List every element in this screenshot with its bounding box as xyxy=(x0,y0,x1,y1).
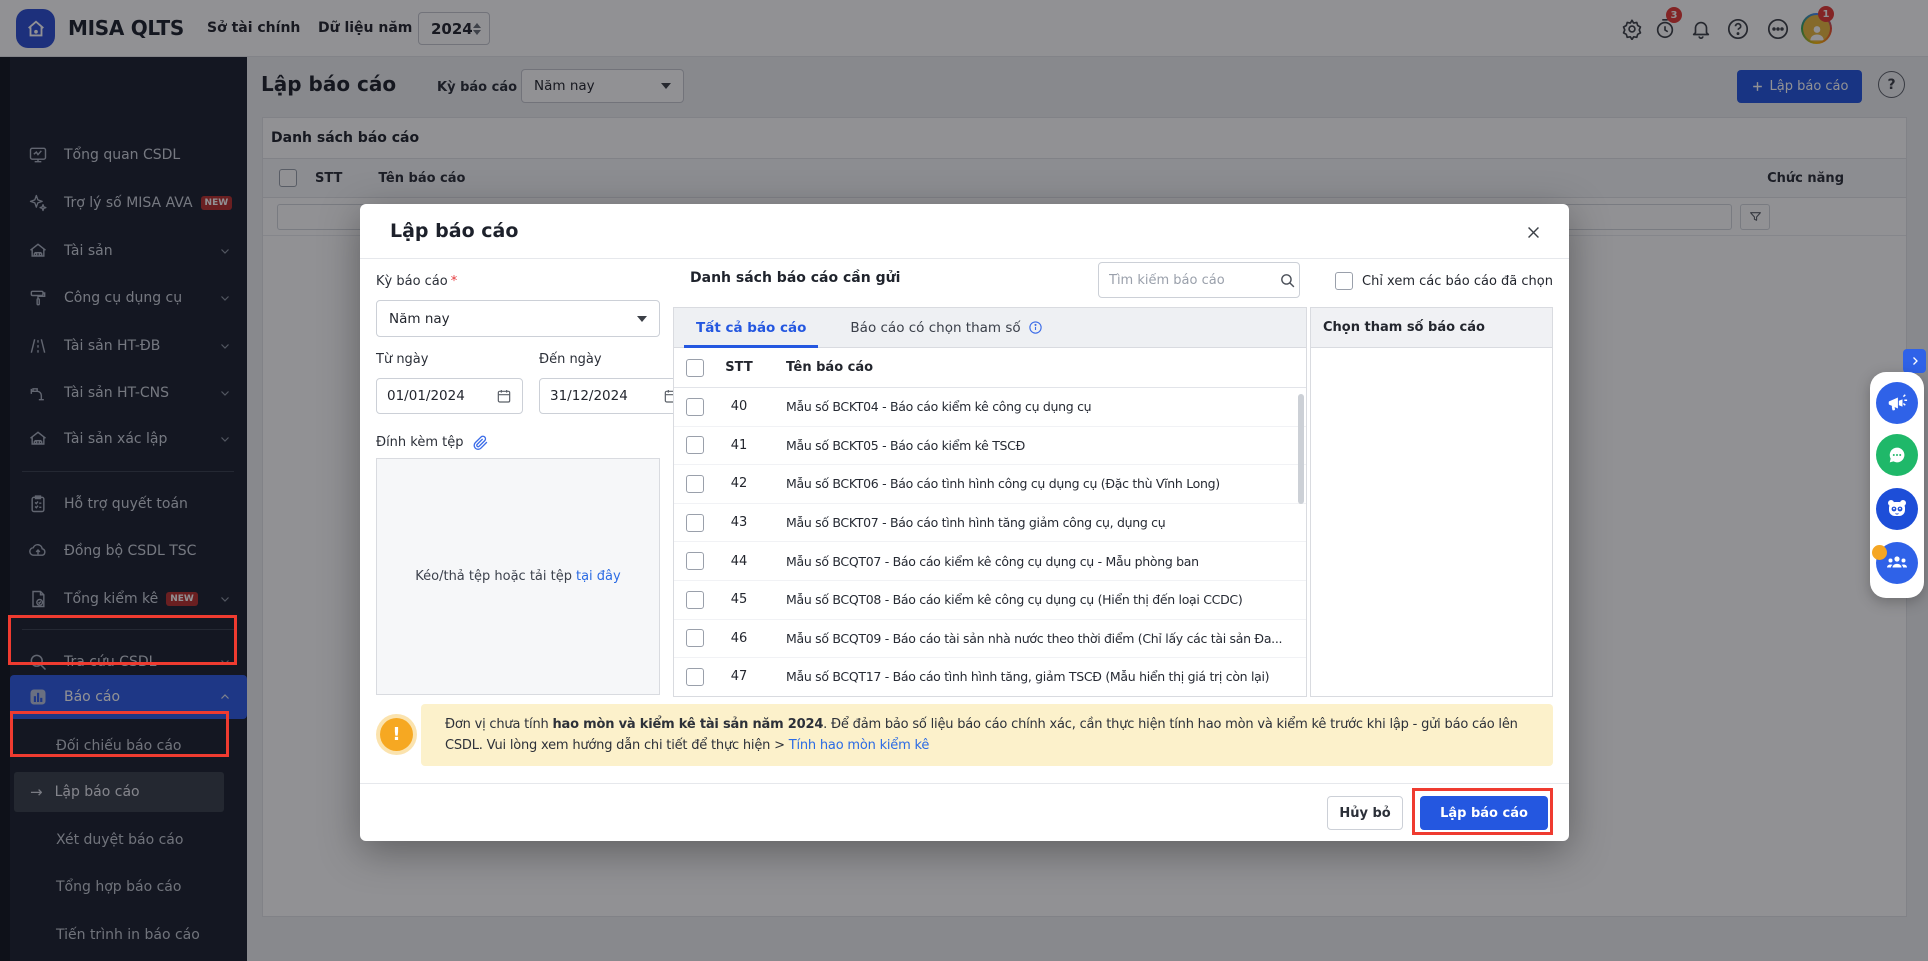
modal-period-select[interactable]: Năm nay xyxy=(376,300,660,337)
select-all-reports-checkbox[interactable] xyxy=(686,359,704,377)
list-scrollbar[interactable] xyxy=(1298,394,1304,504)
notification-dot xyxy=(1872,545,1887,560)
row-checkbox[interactable] xyxy=(686,514,704,532)
only-selected-checkbox[interactable] xyxy=(1335,272,1353,290)
report-search-box[interactable] xyxy=(1098,262,1300,298)
modal-header: Lập báo cáo xyxy=(360,204,1569,259)
ai-assistant-panda-icon[interactable] xyxy=(1876,488,1918,530)
floating-support-panel xyxy=(1870,372,1924,598)
modal-footer: Hủy bỏ Lập báo cáo xyxy=(360,783,1569,841)
report-search-input[interactable] xyxy=(1109,273,1279,288)
row-checkbox[interactable] xyxy=(686,552,704,570)
submit-create-report-button[interactable]: Lập báo cáo xyxy=(1420,796,1548,830)
report-row[interactable]: 46 Mẫu số BCQT09 - Báo cáo tài sản nhà n… xyxy=(674,620,1306,659)
to-date-input[interactable]: 31/12/2024 xyxy=(539,378,690,414)
paperclip-icon[interactable] xyxy=(472,434,489,451)
modal-period-label: Kỳ báo cáo* xyxy=(376,274,457,289)
tab-all-reports[interactable]: Tất cả báo cáo xyxy=(674,308,828,348)
row-checkbox[interactable] xyxy=(686,436,704,454)
params-panel: Chọn tham số báo cáo xyxy=(1310,307,1553,697)
report-row[interactable]: 45 Mẫu số BCQT08 - Báo cáo kiểm kê công … xyxy=(674,581,1306,620)
attach-label: Đính kèm tệp xyxy=(376,434,489,451)
search-icon[interactable] xyxy=(1279,272,1296,289)
report-row[interactable]: 41 Mẫu số BCKT05 - Báo cáo kiểm kê TSCĐ xyxy=(674,427,1306,466)
row-checkbox[interactable] xyxy=(686,398,704,416)
info-icon[interactable] xyxy=(1028,320,1043,335)
modal-to-label: Đến ngày xyxy=(539,352,602,367)
row-checkbox[interactable] xyxy=(686,591,704,609)
required-asterisk: * xyxy=(451,274,458,289)
row-checkbox[interactable] xyxy=(686,475,704,493)
caret-down-icon xyxy=(637,316,647,322)
cancel-button[interactable]: Hủy bỏ xyxy=(1327,796,1403,830)
report-row[interactable]: 44 Mẫu số BCQT07 - Báo cáo kiểm kê công … xyxy=(674,542,1306,581)
report-row[interactable]: 42 Mẫu số BCKT06 - Báo cáo tình hình côn… xyxy=(674,465,1306,504)
upload-here-link[interactable]: tại đây xyxy=(576,569,621,584)
modal-from-label: Từ ngày xyxy=(376,352,428,367)
create-report-modal: Lập báo cáo Kỳ báo cáo* Năm nay Từ ngày … xyxy=(360,204,1569,841)
modal-title: Lập báo cáo xyxy=(390,220,518,242)
depreciation-guide-link[interactable]: Tính hao mòn kiểm kê xyxy=(789,738,929,753)
only-selected-option[interactable]: Chỉ xem các báo cáo đã chọn xyxy=(1335,272,1553,290)
calendar-icon[interactable] xyxy=(496,388,512,404)
params-panel-title: Chọn tham số báo cáo xyxy=(1311,308,1552,348)
row-checkbox[interactable] xyxy=(686,668,704,686)
warning-banner: Đơn vị chưa tính hao mòn và kiểm kê tài … xyxy=(421,704,1553,766)
send-list-title: Danh sách báo cáo cần gửi xyxy=(690,270,900,286)
chat-support-icon[interactable] xyxy=(1876,434,1918,476)
from-date-input[interactable]: 01/01/2024 xyxy=(376,378,523,414)
modal-table-header: STT Tên báo cáo xyxy=(674,348,1306,388)
report-rows: 40 Mẫu số BCKT04 - Báo cáo kiểm kê công … xyxy=(674,388,1306,697)
file-dropzone[interactable]: Kéo/thả tệp hoặc tải tệptại đây xyxy=(376,458,660,695)
report-row[interactable]: 47 Mẫu số BCQT17 - Báo cáo tình hình tăn… xyxy=(674,658,1306,697)
float-panel-expand-icon[interactable] xyxy=(1903,349,1926,373)
warning-icon: ! xyxy=(380,718,413,751)
report-row[interactable]: 40 Mẫu số BCKT04 - Báo cáo kiểm kê công … xyxy=(674,388,1306,427)
report-list-panel: Tất cả báo cáo Báo cáo có chọn tham số S… xyxy=(673,307,1307,697)
close-icon[interactable] xyxy=(1521,220,1545,244)
app-root: MISA QLTS Sở tài chính Dữ liệu năm 2024 … xyxy=(0,0,1928,961)
tab-param-reports[interactable]: Báo cáo có chọn tham số xyxy=(828,308,1064,348)
row-checkbox[interactable] xyxy=(686,629,704,647)
report-row[interactable]: 43 Mẫu số BCKT07 - Báo cáo tình hình tăn… xyxy=(674,504,1306,543)
announcement-megaphone-icon[interactable] xyxy=(1876,382,1918,424)
report-tabs: Tất cả báo cáo Báo cáo có chọn tham số xyxy=(674,308,1306,348)
